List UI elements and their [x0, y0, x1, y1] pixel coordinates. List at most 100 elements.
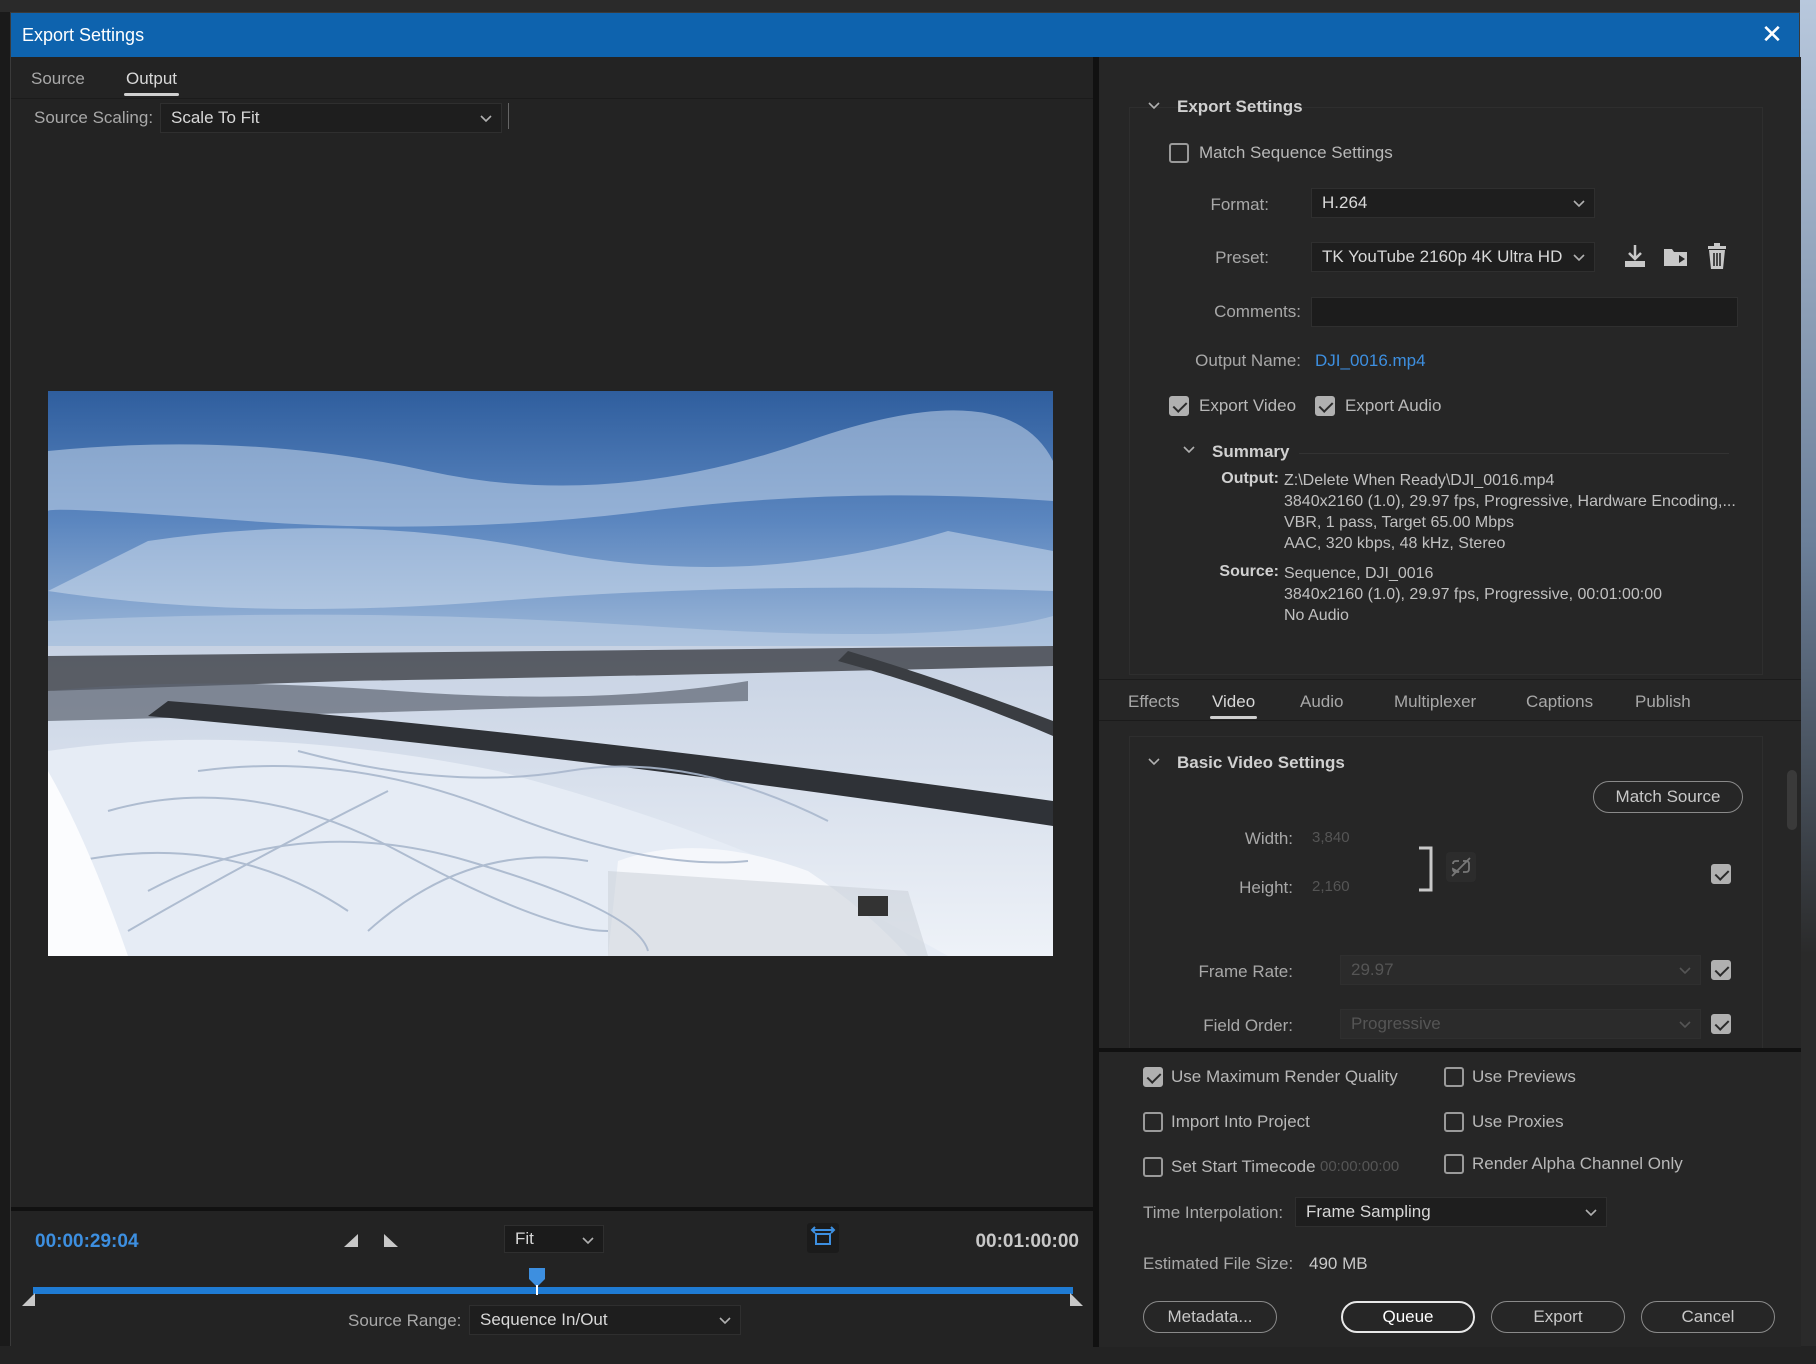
estimated-file-size-label: Estimated File Size: — [1143, 1254, 1294, 1273]
toolbar-separator — [508, 103, 509, 129]
chevron-down-icon — [1573, 254, 1585, 262]
basic-video-chevron-icon[interactable] — [1147, 755, 1161, 769]
settings-tabs: Effects Video Audio Multiplexer Captions… — [1099, 679, 1801, 721]
format-label: Format: — [1210, 195, 1269, 214]
preview-panel: Source Output Source Scaling: Scale To F… — [11, 57, 1093, 1347]
chevron-down-icon — [1679, 967, 1691, 975]
out-point-marker-icon[interactable] — [1068, 1291, 1084, 1307]
match-sequence-checkbox[interactable] — [1169, 143, 1189, 163]
time-interpolation-dropdown[interactable]: Frame Sampling — [1295, 1197, 1607, 1227]
use-previews-label: Use Previews — [1472, 1067, 1576, 1086]
chevron-down-icon — [582, 1237, 594, 1245]
delete-preset-icon[interactable] — [1702, 241, 1732, 271]
zoom-dropdown[interactable]: Fit — [504, 1225, 604, 1253]
frame-rate-dropdown[interactable]: 29.97 — [1340, 955, 1701, 985]
background-edge — [1800, 0, 1816, 1364]
tab-audio[interactable]: Audio — [1300, 692, 1343, 712]
source-output-tabs: Source Output — [11, 57, 1093, 99]
queue-button[interactable]: Queue — [1341, 1301, 1475, 1333]
width-height-match-checkbox[interactable] — [1711, 864, 1731, 884]
save-preset-icon[interactable] — [1620, 241, 1650, 271]
height-label: Height: — [1239, 878, 1293, 897]
start-timecode-value[interactable]: 00:00:00:00 — [1320, 1158, 1399, 1175]
in-point-marker-icon[interactable] — [21, 1291, 37, 1307]
height-value[interactable]: 2,160 — [1312, 878, 1350, 895]
export-video-checkbox[interactable] — [1169, 396, 1189, 416]
field-order-match-checkbox[interactable] — [1711, 1014, 1731, 1034]
timeline-bar: 00:00:29:04 Fit 00:01:00:00 Source Range… — [11, 1207, 1093, 1347]
chevron-down-icon — [1573, 200, 1585, 208]
export-audio-label: Export Audio — [1345, 396, 1442, 415]
comments-input[interactable] — [1311, 297, 1738, 327]
cancel-button[interactable]: Cancel — [1641, 1301, 1775, 1333]
field-order-label: Field Order: — [1203, 1016, 1293, 1035]
collapse-chevron-icon[interactable] — [1147, 99, 1161, 113]
max-render-quality-checkbox[interactable] — [1143, 1067, 1163, 1087]
summary-output-line-2: 3840x2160 (1.0), 29.97 fps, Progressive,… — [1284, 493, 1736, 510]
chevron-down-icon — [1679, 1021, 1691, 1029]
title-bar: Export Settings ✕ — [11, 13, 1799, 57]
width-label: Width: — [1244, 829, 1293, 848]
summary-source-line-1: Sequence, DJI_0016 — [1284, 565, 1434, 582]
comments-label: Comments: — [1214, 302, 1301, 321]
summary-source-key: Source: — [1219, 563, 1279, 580]
scrollbar-thumb[interactable] — [1787, 770, 1797, 830]
use-previews-checkbox[interactable] — [1444, 1067, 1464, 1087]
source-range-dropdown[interactable]: Sequence In/Out — [469, 1305, 741, 1335]
metadata-button[interactable]: Metadata... — [1143, 1301, 1277, 1333]
tab-publish[interactable]: Publish — [1635, 692, 1691, 712]
import-into-project-checkbox[interactable] — [1143, 1112, 1163, 1132]
chevron-down-icon — [1585, 1209, 1597, 1217]
aspect-ratio-icon — [810, 1226, 836, 1245]
tab-captions[interactable]: Captions — [1526, 692, 1593, 712]
estimated-file-size-value: 490 MB — [1309, 1254, 1368, 1273]
render-alpha-checkbox[interactable] — [1444, 1154, 1464, 1174]
export-audio-checkbox[interactable] — [1315, 396, 1335, 416]
match-source-button[interactable]: Match Source — [1593, 781, 1743, 813]
video-settings-scroll[interactable]: Basic Video Settings Match Source Width:… — [1099, 722, 1801, 1048]
time-interpolation-value: Frame Sampling — [1306, 1202, 1431, 1221]
source-range-value: Sequence In/Out — [480, 1310, 608, 1329]
summary-chevron-icon[interactable] — [1182, 443, 1196, 457]
time-interpolation-label: Time Interpolation: — [1143, 1203, 1284, 1222]
export-button[interactable]: Export — [1491, 1301, 1625, 1333]
width-value[interactable]: 3,840 — [1312, 829, 1350, 846]
field-order-dropdown[interactable]: Progressive — [1340, 1009, 1701, 1039]
set-out-point-icon[interactable] — [380, 1229, 402, 1251]
basic-video-title: Basic Video Settings — [1177, 753, 1345, 772]
set-start-timecode-label: Set Start Timecode — [1171, 1157, 1316, 1176]
timeline-track[interactable] — [33, 1287, 1073, 1294]
format-dropdown[interactable]: H.264 — [1311, 188, 1595, 218]
set-in-point-icon[interactable] — [340, 1229, 362, 1251]
import-preset-icon[interactable] — [1661, 241, 1691, 271]
export-video-label: Export Video — [1199, 396, 1297, 415]
tab-source[interactable]: Source — [31, 69, 85, 89]
tab-multiplexer[interactable]: Multiplexer — [1394, 692, 1476, 712]
snowy-landscape-frame — [48, 391, 1053, 956]
format-value: H.264 — [1322, 193, 1368, 212]
tab-output[interactable]: Output — [123, 69, 180, 96]
background-strip — [0, 0, 1816, 12]
output-name-link[interactable]: DJI_0016.mp4 — [1315, 351, 1426, 371]
use-proxies-checkbox[interactable] — [1444, 1112, 1464, 1132]
chevron-down-icon — [480, 115, 492, 123]
set-start-timecode-checkbox[interactable] — [1143, 1157, 1163, 1177]
close-icon[interactable]: ✕ — [1759, 21, 1785, 47]
summary-rule — [1299, 453, 1729, 454]
source-scaling-value: Scale To Fit — [171, 108, 260, 127]
summary-output-line-4: AAC, 320 kbps, 48 kHz, Stereo — [1284, 535, 1506, 552]
constrain-proportions-icon[interactable] — [1446, 852, 1476, 882]
render-alpha-label: Render Alpha Channel Only — [1472, 1154, 1683, 1173]
source-scaling-dropdown[interactable]: Scale To Fit — [160, 103, 502, 133]
export-settings-dialog: Export Settings ✕ Source Output Source S… — [10, 12, 1801, 1347]
source-scaling-label: Source Scaling: — [34, 108, 154, 127]
current-timecode[interactable]: 00:00:29:04 — [35, 1231, 139, 1253]
frame-rate-match-checkbox[interactable] — [1711, 960, 1731, 980]
background-bottom — [0, 1346, 1816, 1364]
tab-effects[interactable]: Effects — [1128, 692, 1180, 712]
playhead-icon[interactable] — [528, 1267, 546, 1295]
summary-output-line-3: VBR, 1 pass, Target 65.00 Mbps — [1284, 514, 1515, 531]
tab-video[interactable]: Video — [1209, 692, 1258, 719]
aspect-correction-button[interactable] — [807, 1223, 839, 1253]
preset-dropdown[interactable]: TK YouTube 2160p 4K Ultra HD — [1311, 242, 1595, 272]
